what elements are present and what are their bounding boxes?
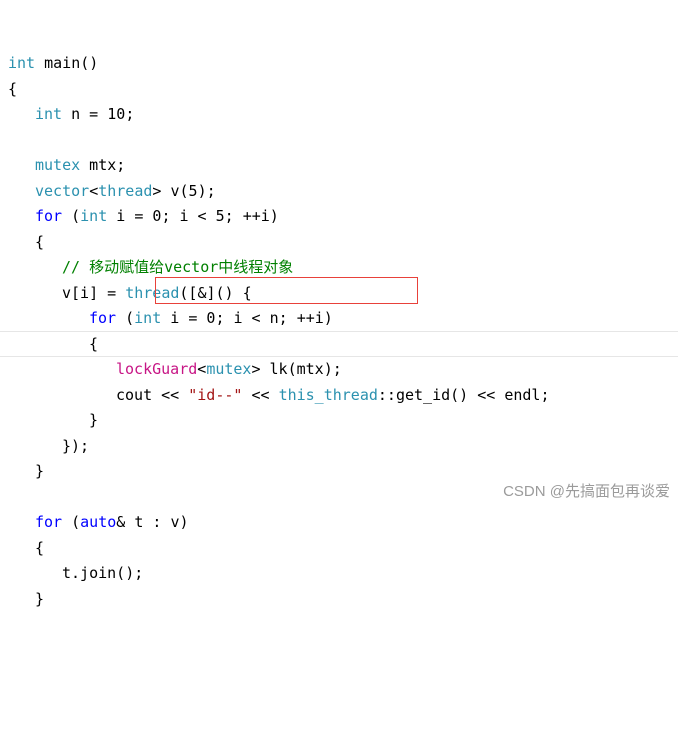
code-token: & t : v)	[116, 513, 189, 531]
code-editor[interactable]: int main(){int n = 10; mutex mtx; vector<…	[0, 0, 678, 608]
code-line: cout << "id--" << this_thread::get_id() …	[0, 383, 678, 409]
code-token: this_thread	[278, 385, 378, 404]
code-token: lockGuard	[116, 360, 198, 378]
code-token: "id--"	[188, 385, 243, 404]
code-token: // 移动赋值给vector中线程对象	[62, 258, 294, 276]
code-token: int	[134, 309, 162, 327]
code-token: 10	[107, 105, 126, 123]
code-line: int main()	[0, 51, 678, 77]
code-token: <	[89, 181, 99, 200]
code-token: {	[8, 79, 18, 98]
row-separator-1	[0, 331, 678, 332]
code-token: {	[89, 334, 99, 353]
code-line: v[i] = thread([&]() {	[0, 281, 678, 307]
code-line: vector<thread> v(5);	[0, 179, 678, 205]
code-line: for (auto& t : v)	[0, 510, 678, 536]
code-line: }	[0, 587, 678, 613]
code-token: vector	[35, 181, 90, 200]
code-line: {	[0, 77, 678, 103]
code-token: > v(	[152, 181, 189, 200]
code-token: for	[35, 513, 63, 531]
code-token: i =	[161, 309, 207, 327]
code-line: {	[0, 536, 678, 562]
code-token: t.join();	[62, 564, 144, 582]
code-token: {	[35, 232, 45, 251]
code-token: v[i] =	[62, 283, 126, 302]
code-line: t.join();	[0, 561, 678, 587]
code-token: for	[89, 309, 117, 327]
row-separator-2	[0, 356, 678, 357]
code-token: ::get_id() << endl;	[377, 385, 550, 404]
code-token: (	[116, 309, 135, 327]
code-line: });	[0, 434, 678, 460]
code-line: }	[0, 408, 678, 434]
code-token: }	[35, 589, 45, 608]
code-token: thread	[98, 181, 153, 200]
code-token: int	[80, 207, 108, 225]
code-token: int	[8, 54, 36, 72]
code-token: ([&]() {	[179, 283, 252, 302]
code-token: ;	[125, 105, 135, 123]
code-line: {	[0, 230, 678, 256]
code-line: {	[0, 332, 678, 358]
code-token: ; i <	[161, 207, 216, 225]
code-line: int n = 10;	[0, 102, 678, 128]
code-token: i =	[107, 207, 153, 225]
code-token: ; ++i)	[224, 207, 279, 225]
code-token: ; i < n; ++i)	[215, 309, 333, 327]
code-line: for (int i = 0; i < n; ++i)	[0, 306, 678, 332]
code-token: });	[62, 436, 90, 455]
code-token: (	[62, 513, 81, 531]
code-token: main	[35, 54, 81, 72]
code-line: for (int i = 0; i < 5; ++i)	[0, 204, 678, 230]
code-token: }	[35, 462, 45, 480]
code-token: (	[62, 207, 81, 225]
code-token: <	[197, 360, 207, 378]
code-token: mtx;	[80, 156, 126, 174]
code-token: int	[35, 105, 63, 123]
code-token: auto	[80, 513, 117, 531]
code-token: }	[89, 411, 99, 429]
code-token: thread	[125, 283, 180, 302]
code-token: 5	[188, 181, 198, 200]
code-token: {	[35, 538, 45, 557]
code-token: ()	[80, 54, 99, 72]
code-line: lockGuard<mutex> lk(mtx);	[0, 357, 678, 383]
code-token: mutex	[206, 360, 252, 378]
code-token: cout <<	[116, 385, 189, 404]
watermark-text: CSDN @先搞面包再谈爱	[503, 482, 670, 500]
code-line: // 移动赋值给vector中线程对象	[0, 255, 678, 281]
code-token: );	[197, 181, 216, 200]
code-token: for	[35, 207, 63, 225]
code-line: mutex mtx;	[0, 153, 678, 179]
code-token: n =	[62, 105, 108, 123]
code-token: <<	[242, 385, 279, 404]
code-token: > lk(mtx);	[251, 360, 342, 378]
code-token: 5	[215, 207, 225, 225]
code-token: mutex	[35, 156, 81, 174]
